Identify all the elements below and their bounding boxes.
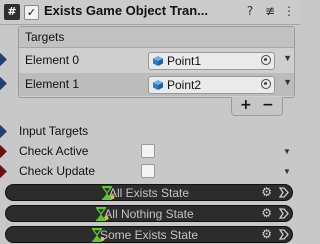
- output-arrow-icon[interactable]: [279, 187, 289, 198]
- object-field[interactable]: Point2: [148, 76, 275, 94]
- state-label: All Nothing State: [104, 207, 194, 221]
- gear-icon[interactable]: ⚙: [261, 206, 272, 220]
- output-arrow-icon[interactable]: [279, 208, 289, 219]
- state-label: Some Exists State: [99, 228, 199, 242]
- list-add-remove-footer: + −: [231, 97, 283, 116]
- state-label: All Exists State: [108, 186, 190, 200]
- list-item: Element 0 Point1 ▼: [19, 49, 294, 72]
- gear-icon[interactable]: ⚙: [261, 185, 272, 199]
- element-label: Element 1: [25, 77, 80, 91]
- check-active-checkbox[interactable]: [141, 144, 155, 158]
- check-update-port[interactable]: [0, 165, 7, 178]
- state-all-exists[interactable]: All Exists State ⚙: [5, 184, 293, 201]
- presets-icon[interactable]: ≢: [262, 3, 278, 19]
- state-all-nothing[interactable]: All Nothing State ⚙: [5, 205, 293, 222]
- targets-list-header[interactable]: Targets: [19, 27, 294, 48]
- gameobject-icon: [153, 80, 163, 90]
- input-targets-label: Input Targets: [19, 124, 89, 138]
- object-name: Point1: [167, 54, 202, 68]
- script-icon: #: [4, 4, 20, 20]
- element-label: Element 0: [25, 53, 80, 67]
- state-some-exists[interactable]: Some Exists State ⚙: [5, 226, 293, 243]
- target-port-1[interactable]: [0, 77, 7, 90]
- component-title[interactable]: Exists Game Object Tran...: [44, 3, 208, 18]
- component-header: # ✓ Exists Game Object Tran... ? ≢ ⋮: [0, 0, 300, 25]
- check-active-label: Check Active: [19, 144, 89, 158]
- object-name: Point2: [167, 78, 202, 92]
- object-field[interactable]: Point1: [148, 52, 275, 70]
- object-picker-icon[interactable]: [261, 79, 271, 89]
- enabled-checkbox[interactable]: ✓: [24, 5, 39, 20]
- element-dropdown-arrow-icon[interactable]: ▼: [283, 77, 292, 87]
- check-active-dropdown-icon[interactable]: ▼: [283, 147, 291, 156]
- help-icon[interactable]: ?: [242, 3, 258, 19]
- gear-icon[interactable]: ⚙: [261, 227, 272, 241]
- element-dropdown-arrow-icon[interactable]: ▼: [283, 53, 292, 63]
- gameobject-icon: [153, 56, 163, 66]
- object-picker-icon[interactable]: [261, 55, 271, 65]
- input-targets-port[interactable]: [0, 125, 7, 138]
- check-update-label: Check Update: [19, 164, 96, 178]
- add-element-button[interactable]: +: [240, 97, 252, 113]
- check-update-dropdown-icon[interactable]: ▼: [283, 167, 291, 176]
- targets-list: Targets Element 0 Point1 ▼ Element 1 Poi…: [18, 26, 295, 98]
- component-menu-icon[interactable]: ⋮: [281, 3, 297, 19]
- check-update-checkbox[interactable]: [141, 164, 155, 178]
- output-arrow-icon[interactable]: [279, 229, 289, 240]
- check-active-port[interactable]: [0, 145, 7, 158]
- targets-title: Targets: [25, 30, 65, 44]
- list-item: Element 1 Point2 ▼: [19, 73, 294, 96]
- remove-element-button[interactable]: −: [262, 97, 274, 113]
- target-port-0[interactable]: [0, 53, 7, 66]
